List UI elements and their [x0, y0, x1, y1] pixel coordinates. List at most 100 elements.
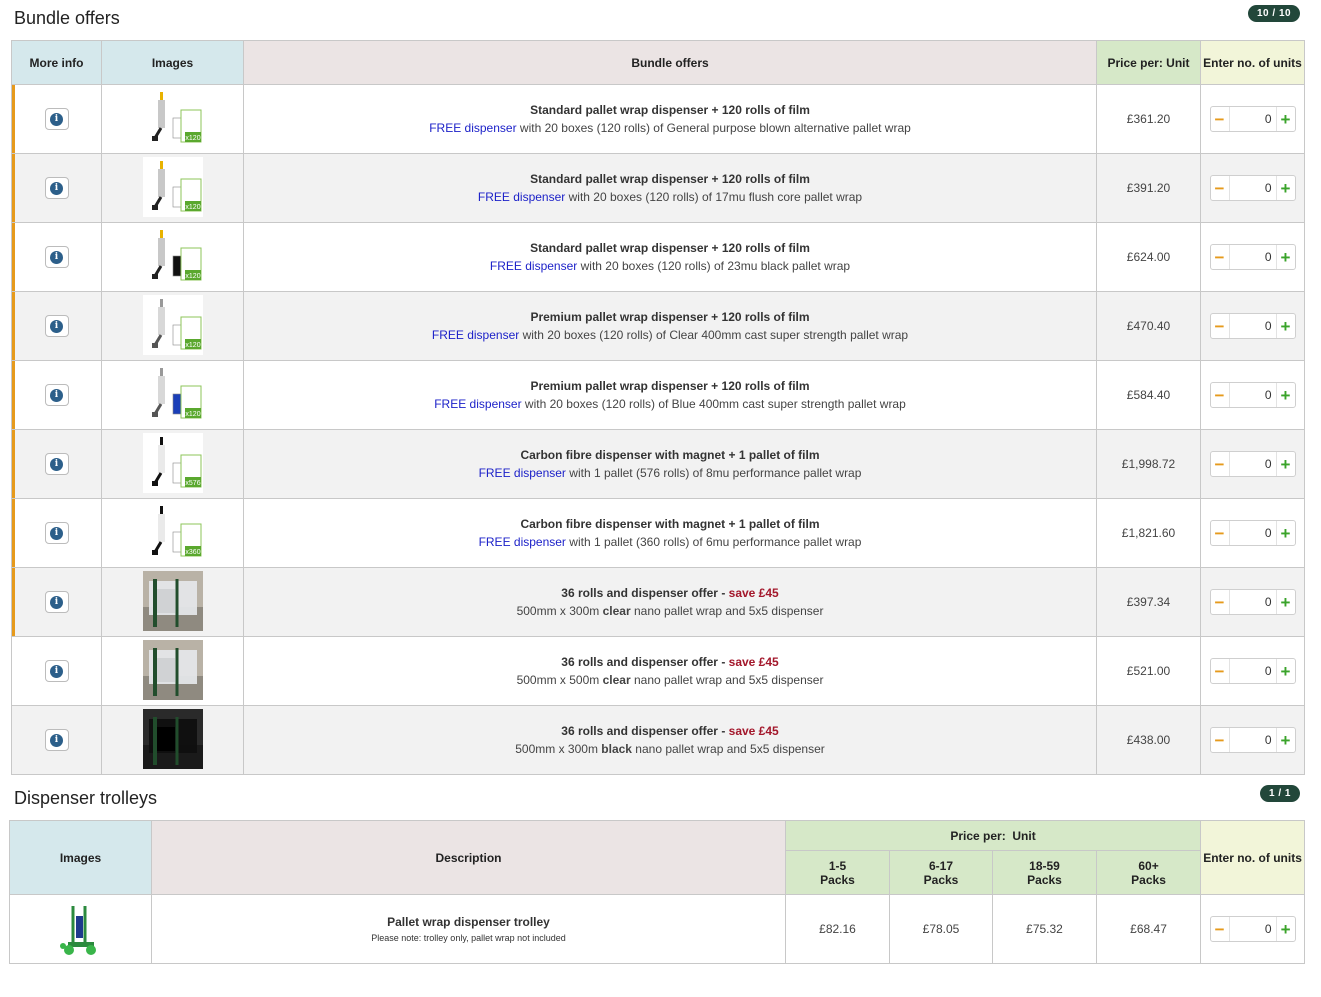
quantity-input[interactable] [1228, 590, 1277, 614]
offer-description: 500mm x 300m clear nano pallet wrap and … [516, 604, 824, 618]
minus-icon[interactable]: − [1211, 728, 1229, 752]
more-info-button[interactable]: i [44, 729, 69, 751]
more-info-button[interactable]: i [44, 453, 69, 475]
plus-icon[interactable]: + [1277, 107, 1295, 131]
minus-icon[interactable]: − [1211, 176, 1229, 200]
quantity-stepper[interactable]: − + [1209, 244, 1296, 270]
table-row: i x120 Standard pallet wrap dispenser + … [11, 153, 1305, 223]
table-row: i x120 Premium pallet wrap dispenser + 1… [11, 291, 1305, 361]
quantity-input[interactable] [1228, 917, 1277, 941]
more-info-button[interactable]: i [44, 660, 69, 682]
more-info-button[interactable]: i [44, 246, 69, 268]
bundle-count-badge: 10 / 10 [1248, 5, 1301, 22]
trolley-note: Please note: trolley only, pallet wrap n… [371, 933, 566, 943]
product-image[interactable]: x360 [142, 501, 203, 562]
quantity-stepper[interactable]: − + [1209, 589, 1296, 615]
quantity-stepper[interactable]: − + [1209, 382, 1296, 408]
table-row: i x120 Standard pallet wrap dispenser + … [11, 84, 1305, 154]
quantity-input[interactable] [1228, 383, 1277, 407]
section-title-bundle: Bundle offers [14, 8, 120, 28]
free-dispenser-link[interactable]: FREE dispenser [434, 397, 521, 411]
minus-icon[interactable]: − [1211, 452, 1229, 476]
qty-cell: − + [1200, 429, 1305, 499]
offer-description: FREE dispenser with 20 boxes (120 rolls)… [434, 397, 906, 411]
minus-icon[interactable]: − [1211, 521, 1229, 545]
quantity-stepper[interactable]: − + [1209, 175, 1296, 201]
free-dispenser-link[interactable]: FREE dispenser [479, 466, 566, 480]
plus-icon[interactable]: + [1277, 314, 1295, 338]
more-info-button[interactable]: i [44, 384, 69, 406]
trolley-header-description: Description [151, 820, 786, 895]
product-image[interactable] [142, 570, 203, 631]
trolley-image[interactable] [50, 897, 111, 958]
minus-icon[interactable]: − [1211, 917, 1229, 941]
more-info-button[interactable]: i [44, 177, 69, 199]
quantity-input[interactable] [1228, 176, 1277, 200]
quantity-input[interactable] [1228, 245, 1277, 269]
minus-icon[interactable]: − [1211, 590, 1229, 614]
more-info-cell: i [11, 705, 102, 775]
more-info-button[interactable]: i [44, 315, 69, 337]
tier-2-price: £78.05 [889, 894, 993, 964]
table-row: i x120 Standard pallet wrap dispenser + … [11, 222, 1305, 292]
plus-icon[interactable]: + [1277, 728, 1295, 752]
plus-icon[interactable]: + [1277, 659, 1295, 683]
offer-title: Standard pallet wrap dispenser + 120 rol… [530, 241, 810, 255]
quantity-input[interactable] [1228, 521, 1277, 545]
qty-cell: − + [1200, 84, 1305, 154]
product-image[interactable]: x120 [142, 156, 203, 217]
image-cell: x576 [101, 429, 244, 499]
free-dispenser-link[interactable]: FREE dispenser [490, 259, 577, 273]
product-image[interactable] [142, 708, 203, 769]
plus-icon[interactable]: + [1277, 383, 1295, 407]
quantity-input[interactable] [1228, 659, 1277, 683]
quantity-tag-label: x120 [185, 342, 200, 349]
plus-icon[interactable]: + [1277, 917, 1295, 941]
quantity-tag-label: x360 [185, 549, 200, 556]
quantity-input[interactable] [1228, 314, 1277, 338]
minus-icon[interactable]: − [1211, 383, 1229, 407]
plus-icon[interactable]: + [1277, 521, 1295, 545]
image-cell: x120 [101, 153, 244, 223]
quantity-stepper[interactable]: − + [1209, 451, 1296, 477]
minus-icon[interactable]: − [1211, 107, 1229, 131]
offer-description: FREE dispenser with 20 boxes (120 rolls)… [429, 121, 911, 135]
product-image[interactable]: x120 [142, 225, 203, 286]
product-image[interactable]: x120 [142, 363, 203, 424]
plus-icon[interactable]: + [1277, 452, 1295, 476]
qty-cell: − + [1200, 636, 1305, 706]
free-dispenser-link[interactable]: FREE dispenser [478, 190, 565, 204]
quantity-stepper[interactable]: − + [1209, 106, 1296, 132]
free-dispenser-link[interactable]: FREE dispenser [479, 535, 566, 549]
more-info-button[interactable]: i [44, 522, 69, 544]
free-dispenser-link[interactable]: FREE dispenser [429, 121, 516, 135]
info-icon: i [50, 526, 63, 540]
product-image[interactable]: x120 [142, 294, 203, 355]
more-info-button[interactable]: i [44, 591, 69, 613]
minus-icon[interactable]: − [1211, 245, 1229, 269]
offer-cell: 36 rolls and dispenser offer - save £45 … [243, 636, 1097, 706]
product-image[interactable]: x120 [142, 87, 203, 148]
qty-cell: − + [1200, 153, 1305, 223]
plus-icon[interactable]: + [1277, 176, 1295, 200]
table-row: i x360 Carbon fibre dispenser with magne… [11, 498, 1305, 568]
free-dispenser-link[interactable]: FREE dispenser [432, 328, 519, 342]
plus-icon[interactable]: + [1277, 245, 1295, 269]
quantity-input[interactable] [1228, 452, 1277, 476]
quantity-stepper[interactable]: − + [1209, 520, 1296, 546]
quantity-stepper[interactable]: − + [1209, 916, 1296, 942]
offer-title: Premium pallet wrap dispenser + 120 roll… [530, 379, 810, 393]
product-image[interactable]: x576 [142, 432, 203, 493]
plus-icon[interactable]: + [1277, 590, 1295, 614]
product-image[interactable] [142, 639, 203, 700]
minus-icon[interactable]: − [1211, 314, 1229, 338]
quantity-stepper[interactable]: − + [1209, 727, 1296, 753]
minus-icon[interactable]: − [1211, 659, 1229, 683]
quantity-stepper[interactable]: − + [1209, 313, 1296, 339]
more-info-button[interactable]: i [44, 108, 69, 130]
quantity-input[interactable] [1228, 728, 1277, 752]
info-icon: i [50, 250, 63, 264]
quantity-input[interactable] [1228, 107, 1277, 131]
trolley-header-enter-units: Enter no. of units [1200, 820, 1306, 895]
quantity-stepper[interactable]: − + [1209, 658, 1296, 684]
